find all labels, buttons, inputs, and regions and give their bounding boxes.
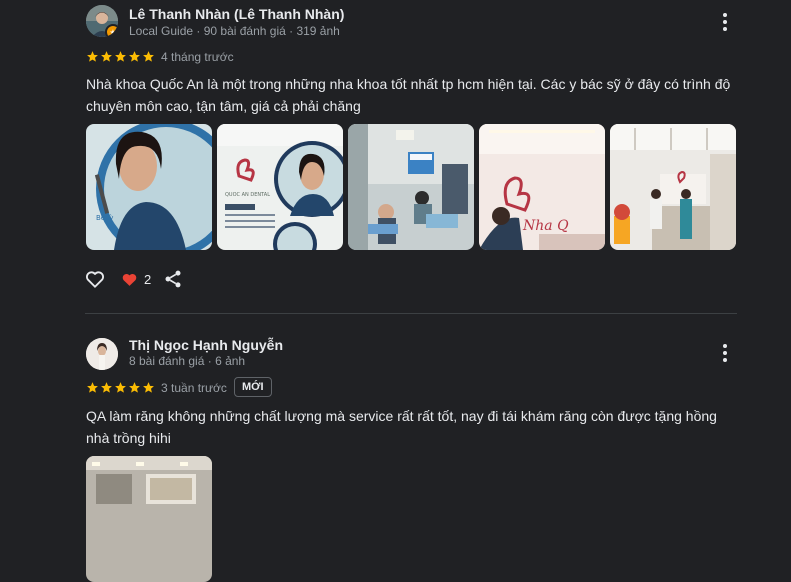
review-photos: Bé lỳ QUOC AN DENTAL Nha Q xyxy=(86,124,736,250)
likes-count-button[interactable]: 2 xyxy=(121,271,151,288)
local-guide-badge-icon: ★ xyxy=(105,24,118,37)
review-photo[interactable]: Nha Q xyxy=(479,124,605,250)
review-text: Nhà khoa Quốc An là một trong những nha … xyxy=(86,76,731,114)
star-icon xyxy=(115,51,126,62)
avatar-photo xyxy=(86,338,118,370)
star-icon xyxy=(101,382,112,393)
star-icon xyxy=(143,382,154,393)
reviewer-name[interactable]: Lê Thanh Nhàn (Lê Thanh Nhàn) xyxy=(129,6,344,22)
review-photo[interactable]: Bé lỳ xyxy=(86,124,212,250)
svg-text:QUOC AN DENTAL: QUOC AN DENTAL xyxy=(225,192,270,198)
new-badge: MỚI xyxy=(234,377,272,397)
review-date: 4 tháng trước xyxy=(161,50,234,64)
likes-count: 2 xyxy=(144,271,152,287)
review-date: 3 tuần trước xyxy=(161,381,227,395)
star-icon xyxy=(129,382,140,393)
star-icon xyxy=(143,51,154,62)
star-rating xyxy=(86,50,155,63)
star-rating xyxy=(86,381,155,394)
reviewer-avatar[interactable] xyxy=(86,338,118,370)
reviewer-name[interactable]: Thị Ngọc Hạnh Nguyễn xyxy=(129,337,283,353)
review-card: ★ Lê Thanh Nhàn (Lê Thanh Nhàn) Local Gu… xyxy=(0,0,791,300)
reviewer-meta: Local Guide · 90 bài đánh giá · 319 ảnh xyxy=(129,24,340,38)
review-card: Thị Ngọc Hạnh Nguyễn 8 bài đánh giá · 6 … xyxy=(0,320,791,582)
share-button[interactable] xyxy=(163,269,183,289)
review-photo[interactable]: QUOC AN DENTAL xyxy=(217,124,343,250)
heart-outline-icon xyxy=(86,271,104,288)
more-options-icon[interactable] xyxy=(713,341,737,365)
star-icon xyxy=(129,51,140,62)
heart-filled-icon xyxy=(122,273,137,286)
reviewer-meta: 8 bài đánh giá · 6 ảnh xyxy=(129,354,246,368)
svg-text:Bé lỳ: Bé lỳ xyxy=(96,214,113,222)
like-button[interactable] xyxy=(84,268,106,290)
star-icon xyxy=(87,382,98,393)
star-icon xyxy=(115,382,126,393)
review-text: QA làm răng không những chất lượng mà se… xyxy=(86,408,717,446)
review-divider xyxy=(85,313,737,314)
review-actions: 2 xyxy=(84,268,183,290)
review-photo[interactable] xyxy=(348,124,474,250)
star-icon xyxy=(101,51,112,62)
share-icon xyxy=(165,270,181,288)
review-photos xyxy=(86,456,212,582)
review-photo[interactable] xyxy=(86,456,212,582)
more-options-icon[interactable] xyxy=(713,10,737,34)
reviewer-avatar[interactable]: ★ xyxy=(86,5,118,37)
svg-text:Nha Q: Nha Q xyxy=(522,218,569,234)
review-photo[interactable] xyxy=(610,124,736,250)
star-icon xyxy=(87,51,98,62)
